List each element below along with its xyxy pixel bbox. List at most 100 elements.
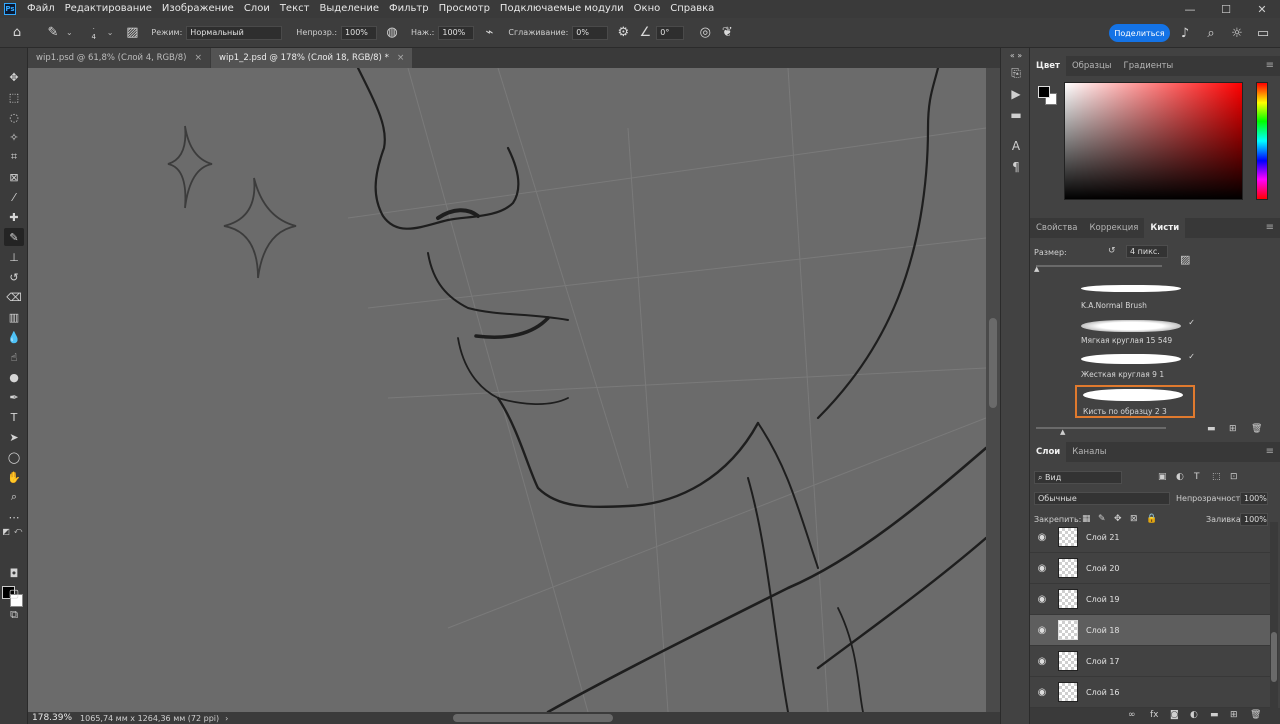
pen-tool-icon[interactable]: ✒: [4, 388, 24, 406]
eraser-tool-icon[interactable]: ⌫: [4, 288, 24, 306]
tab-layers[interactable]: Слои: [1030, 442, 1067, 462]
adjustment-icon[interactable]: ◐: [1190, 710, 1198, 720]
symmetry-icon[interactable]: ❦: [716, 22, 738, 44]
magic-wand-icon[interactable]: ✧: [4, 128, 24, 146]
mask-icon[interactable]: ◙: [1170, 710, 1179, 720]
menu-view[interactable]: Просмотр: [434, 0, 495, 18]
new-layer-icon[interactable]: ⊞: [1230, 710, 1238, 720]
frame-tool-icon[interactable]: ⊠: [4, 168, 24, 186]
trash-icon[interactable]: 🗑: [1251, 424, 1262, 434]
scroll-thumb[interactable]: [1271, 632, 1277, 682]
marquee-tool-icon[interactable]: ⬚: [4, 88, 24, 106]
menu-type[interactable]: Текст: [275, 0, 315, 18]
panel-menu-icon[interactable]: ≡: [1266, 222, 1274, 233]
tab-properties[interactable]: Свойства: [1030, 218, 1084, 238]
ellipse-tool-icon[interactable]: ◯: [4, 448, 24, 466]
brush-settings-icon[interactable]: ▨: [1180, 253, 1190, 266]
move-tool-icon[interactable]: ✥: [4, 68, 24, 86]
brush-item[interactable]: K.A.Normal Brush: [1075, 281, 1195, 314]
filter-shape-icon[interactable]: ⬚: [1212, 472, 1221, 482]
angle-field[interactable]: 0°: [656, 25, 685, 40]
stamp-tool-icon[interactable]: ⊥: [4, 248, 24, 266]
tab-color[interactable]: Цвет: [1030, 56, 1066, 76]
swap-colors-icon[interactable]: ⤺: [12, 522, 24, 540]
menu-file[interactable]: Файл: [22, 0, 60, 18]
visibility-eye-icon[interactable]: ◉: [1030, 656, 1054, 667]
filter-type-icon[interactable]: T: [1194, 472, 1200, 482]
tab-gradients[interactable]: Градиенты: [1118, 56, 1180, 76]
layer-row-selected[interactable]: ◉ Слой 18: [1030, 615, 1270, 646]
reset-size-icon[interactable]: ↺: [1108, 246, 1116, 256]
gear-icon[interactable]: ⚙: [612, 22, 634, 44]
panel-menu-icon[interactable]: ≡: [1266, 446, 1274, 457]
fx-icon[interactable]: fx: [1150, 710, 1159, 720]
brush-item[interactable]: Жесткая круглая 9 1 ✓: [1075, 350, 1195, 383]
path-select-icon[interactable]: ➤: [4, 428, 24, 446]
smoothing-field[interactable]: 0%: [572, 25, 609, 40]
color-picker-field[interactable]: [1064, 82, 1243, 200]
trash-icon[interactable]: 🗑: [1250, 710, 1261, 720]
brush-item[interactable]: Мягкая круглая 15 549 ✓: [1075, 316, 1195, 349]
layer-row[interactable]: ◉ Слой 20: [1030, 553, 1270, 584]
healing-brush-icon[interactable]: ✚: [4, 208, 24, 226]
link-icon[interactable]: ∞: [1128, 710, 1136, 720]
brush-size-preview[interactable]: · 4: [83, 22, 105, 44]
eyedropper-icon[interactable]: ⁄: [4, 188, 24, 206]
layer-name[interactable]: Слой 17: [1086, 657, 1120, 666]
layers-scrollbar[interactable]: [1270, 522, 1278, 708]
folder-icon[interactable]: ▬: [1207, 424, 1216, 434]
home-icon[interactable]: ⌂: [6, 22, 28, 44]
comments-icon[interactable]: ▬: [1007, 106, 1025, 124]
chevron-down-icon[interactable]: ⌄: [107, 28, 114, 37]
menu-help[interactable]: Справка: [665, 0, 719, 18]
blend-mode-select[interactable]: Обычные: [1034, 492, 1170, 505]
type-tool-icon[interactable]: T: [4, 408, 24, 426]
paragraph-icon[interactable]: ¶: [1007, 158, 1025, 176]
pressure-size-icon[interactable]: ◎: [694, 22, 716, 44]
menu-select[interactable]: Выделение: [314, 0, 384, 18]
crop-tool-icon[interactable]: ⌗: [4, 148, 24, 166]
tab-adjustments[interactable]: Коррекция: [1084, 218, 1145, 238]
layer-opacity-field[interactable]: 100%: [1240, 492, 1268, 505]
new-brush-icon[interactable]: ⊞: [1229, 424, 1237, 434]
lasso-tool-icon[interactable]: ◌: [4, 108, 24, 126]
menu-window[interactable]: Окно: [629, 0, 666, 18]
pressure-opacity-icon[interactable]: ◍: [381, 22, 403, 44]
collapse-icon[interactable]: « »: [1007, 46, 1025, 64]
airbrush-icon[interactable]: ⌁: [478, 22, 500, 44]
zoom-level[interactable]: 178.39%: [28, 713, 76, 723]
brush-preset-icon[interactable]: ✎: [42, 22, 64, 44]
brush-item-selected[interactable]: Кисть по образцу 2 3: [1075, 385, 1195, 418]
cloud-icon[interactable]: ⧉: [4, 606, 24, 624]
horizontal-scroll-thumb[interactable]: [453, 714, 613, 722]
layer-name[interactable]: Слой 20: [1086, 564, 1120, 573]
filter-adjustment-icon[interactable]: ◐: [1176, 472, 1184, 482]
actions-play-icon[interactable]: ▶: [1007, 85, 1025, 103]
brush-size-slider[interactable]: [1036, 265, 1162, 267]
share-button[interactable]: Поделиться: [1109, 24, 1170, 42]
menu-filter[interactable]: Фильтр: [384, 0, 434, 18]
default-colors-icon[interactable]: ◩: [0, 522, 12, 540]
slider-handle-icon[interactable]: ▲: [1034, 265, 1039, 273]
layer-row[interactable]: ◉ Слой 21: [1030, 522, 1270, 553]
brush-size-field[interactable]: 4 пикс.: [1126, 245, 1168, 258]
layer-filter-select[interactable]: ⌕ Вид: [1034, 471, 1122, 484]
bell-icon[interactable]: ♪: [1174, 22, 1196, 44]
screen-mode-icon[interactable]: ▢: [4, 584, 24, 602]
tab-wip1[interactable]: wip1.psd @ 61,8% (Слой 4, RGB/8) ×: [28, 48, 211, 68]
history-brush-icon[interactable]: ↺: [4, 268, 24, 286]
quick-mask-icon[interactable]: ◘: [4, 564, 24, 582]
panel-menu-icon[interactable]: ≡: [1266, 60, 1274, 71]
filter-pixel-icon[interactable]: ▣: [1158, 472, 1167, 482]
menu-image[interactable]: Изображение: [157, 0, 239, 18]
layer-row[interactable]: ◉ Слой 16: [1030, 677, 1270, 708]
brush-preview-slider[interactable]: [1036, 427, 1166, 429]
layer-name[interactable]: Слой 21: [1086, 533, 1120, 542]
close-icon[interactable]: ×: [194, 53, 202, 63]
folder-icon[interactable]: ▬: [1210, 710, 1219, 720]
status-arrow-icon[interactable]: ›: [225, 714, 228, 723]
document-canvas[interactable]: [28, 68, 986, 712]
opacity-field[interactable]: 100%: [341, 25, 378, 40]
workspace-icon[interactable]: ▭: [1252, 22, 1274, 44]
layer-row[interactable]: ◉ Слой 17: [1030, 646, 1270, 677]
